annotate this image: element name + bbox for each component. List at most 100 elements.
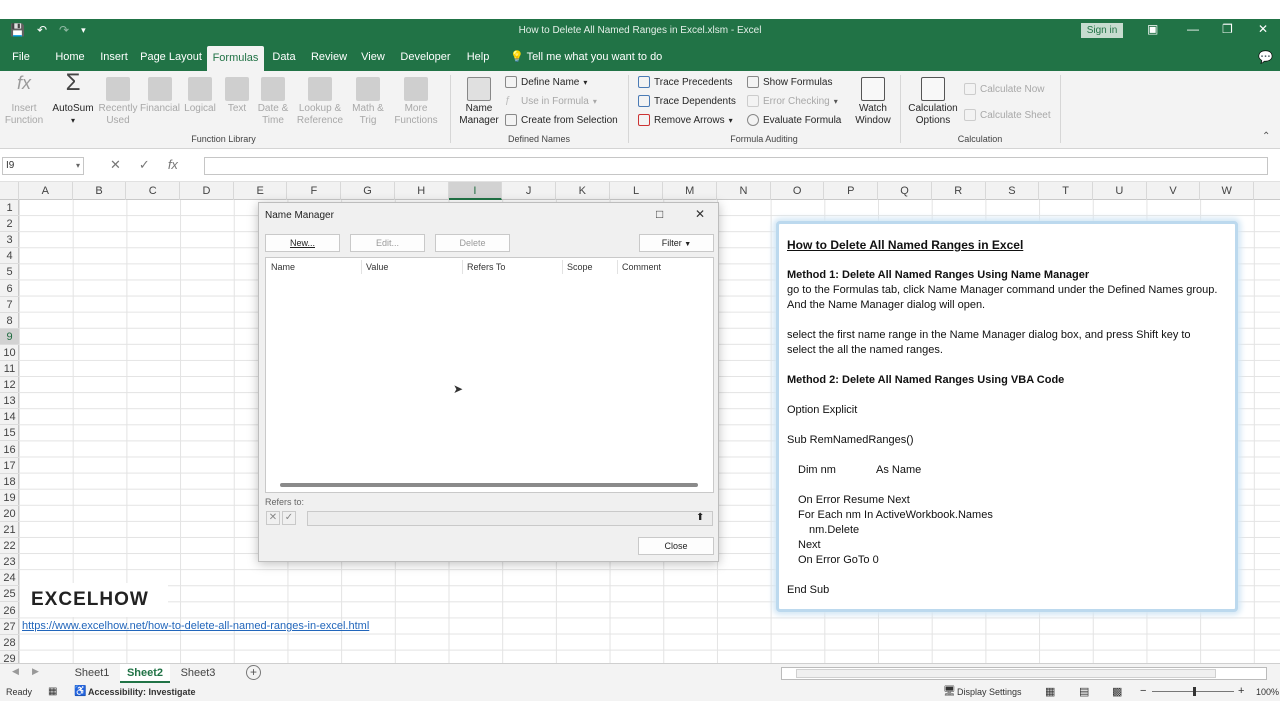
row-header[interactable]: 27 (0, 619, 19, 635)
column-header[interactable]: U (1093, 182, 1147, 200)
row-header[interactable]: 23 (0, 554, 19, 571)
next-sheet-icon[interactable]: ▶ (32, 666, 39, 677)
cancel-edit-icon[interactable]: ✕ (266, 511, 280, 525)
tab-file[interactable]: File (6, 44, 36, 71)
collapse-dialog-icon[interactable]: ⬆ (696, 512, 704, 523)
row-header[interactable]: 3 (0, 232, 19, 249)
column-header[interactable]: C (126, 182, 181, 200)
row-header[interactable]: 25 (0, 586, 19, 603)
column-header[interactable]: A (19, 182, 73, 200)
row-header[interactable]: 1 (0, 200, 19, 216)
column-header[interactable]: K (556, 182, 610, 200)
row-header[interactable]: 19 (0, 490, 19, 506)
text-button[interactable]: Text (221, 77, 253, 115)
name-manager-button[interactable]: Name Manager (455, 77, 503, 127)
close-icon[interactable]: ✕ (1258, 22, 1268, 36)
tell-me-box[interactable]: 💡 Tell me what you want to do (510, 44, 662, 71)
financial-button[interactable]: Financial (139, 77, 181, 115)
watch-window-button[interactable]: Watch Window (850, 77, 896, 127)
enter-icon[interactable]: ✓ (139, 157, 150, 173)
trace-precedents-button[interactable]: Trace Precedents (638, 76, 733, 88)
column-header[interactable]: D (180, 182, 234, 200)
formula-input[interactable] (204, 157, 1268, 175)
use-in-formula-button[interactable]: ƒ Use in Formula ▾ (505, 95, 597, 107)
column-header[interactable]: H (395, 182, 449, 200)
remove-arrows-button[interactable]: Remove Arrows ▾ (638, 114, 733, 126)
autosum-button[interactable]: Σ AutoSum ▾ (50, 71, 96, 127)
define-name-button[interactable]: Define Name ▾ (505, 76, 587, 88)
calculate-now-button[interactable]: Calculate Now (964, 83, 1044, 95)
tab-formulas[interactable]: Formulas (207, 46, 264, 71)
row-header[interactable]: 18 (0, 474, 19, 490)
more-functions-button[interactable]: More Functions (390, 77, 442, 127)
sign-in-button[interactable]: Sign in (1081, 23, 1123, 38)
tab-insert[interactable]: Insert (96, 44, 132, 71)
column-header[interactable]: L (610, 182, 664, 200)
prev-sheet-icon[interactable]: ◀ (12, 666, 19, 677)
add-sheet-icon[interactable]: + (246, 665, 261, 680)
row-header[interactable]: 5 (0, 264, 19, 281)
logical-button[interactable]: Logical (181, 77, 219, 115)
row-header[interactable]: 6 (0, 281, 19, 297)
row-header[interactable]: 22 (0, 538, 19, 555)
column-header[interactable]: I (448, 182, 503, 200)
zoom-level[interactable]: 100% (1256, 687, 1279, 697)
column-header[interactable]: Q (878, 182, 932, 200)
column-header[interactable]: M (663, 182, 718, 200)
tab-data[interactable]: Data (270, 44, 298, 71)
tab-help[interactable]: Help (463, 44, 493, 71)
names-list[interactable]: Name Value Refers To Scope Comment (265, 257, 714, 493)
column-header[interactable]: R (932, 182, 986, 200)
macro-record-icon[interactable]: ▦ (48, 686, 57, 697)
new-name-button[interactable]: New... (265, 234, 340, 252)
row-header[interactable]: 13 (0, 393, 19, 410)
column-header[interactable]: W (1200, 182, 1255, 200)
close-button[interactable]: Close (638, 537, 714, 555)
row-header[interactable]: 21 (0, 522, 19, 538)
column-header[interactable]: B (73, 182, 127, 200)
row-header[interactable]: 17 (0, 458, 19, 474)
page-break-view-icon[interactable]: ▩ (1112, 685, 1122, 698)
date-time-button[interactable]: Date & Time (253, 77, 293, 127)
delete-name-button[interactable]: Delete (435, 234, 510, 252)
column-header[interactable]: O (771, 182, 825, 200)
row-header[interactable]: 26 (0, 603, 19, 619)
tab-view[interactable]: View (358, 44, 388, 71)
collapse-ribbon-icon[interactable]: ⌃ (1262, 131, 1270, 142)
error-checking-button[interactable]: Error Checking ▾ (747, 95, 838, 107)
row-header[interactable]: 20 (0, 506, 19, 522)
zoom-out-icon[interactable]: − (1140, 685, 1146, 697)
show-formulas-button[interactable]: Show Formulas (747, 76, 832, 88)
row-header[interactable]: 11 (0, 361, 19, 377)
create-from-selection-button[interactable]: Create from Selection (505, 114, 618, 126)
row-header[interactable]: 7 (0, 297, 19, 313)
row-header[interactable]: 24 (0, 570, 19, 587)
row-header[interactable]: 2 (0, 216, 19, 233)
row-header[interactable]: 4 (0, 248, 19, 265)
row-header[interactable]: 15 (0, 425, 19, 442)
math-trig-button[interactable]: Math & Trig (348, 77, 388, 127)
name-box[interactable]: I9 ▾ (2, 157, 84, 175)
row-header[interactable]: 8 (0, 313, 19, 329)
minimize-icon[interactable]: — (1187, 22, 1199, 36)
row-header[interactable]: 16 (0, 442, 19, 458)
insert-function-icon[interactable]: fx (168, 157, 178, 173)
horizontal-scrollbar[interactable] (280, 483, 698, 487)
sheet-tab-1[interactable]: Sheet1 (68, 664, 116, 683)
column-header[interactable]: T (1039, 182, 1093, 200)
ribbon-display-icon[interactable]: ▣ (1147, 22, 1158, 36)
commit-edit-icon[interactable]: ✓ (282, 511, 296, 525)
zoom-slider-thumb[interactable] (1193, 687, 1196, 696)
lookup-reference-button[interactable]: Lookup & Reference (294, 77, 346, 127)
page-layout-view-icon[interactable]: ▤ (1079, 685, 1089, 698)
col-header-name[interactable]: Name (271, 262, 295, 272)
col-header-comment[interactable]: Comment (622, 262, 661, 272)
calculation-options-button[interactable]: Calculation Options (904, 77, 962, 127)
tab-page-layout[interactable]: Page Layout (140, 44, 202, 71)
column-header[interactable]: G (341, 182, 395, 200)
accessibility-status[interactable]: Accessibility: Investigate (88, 687, 196, 697)
trace-dependents-button[interactable]: Trace Dependents (638, 95, 736, 107)
calculate-sheet-button[interactable]: Calculate Sheet (964, 109, 1051, 121)
restore-icon[interactable]: ❐ (1222, 22, 1233, 36)
edit-name-button[interactable]: Edit... (350, 234, 425, 252)
